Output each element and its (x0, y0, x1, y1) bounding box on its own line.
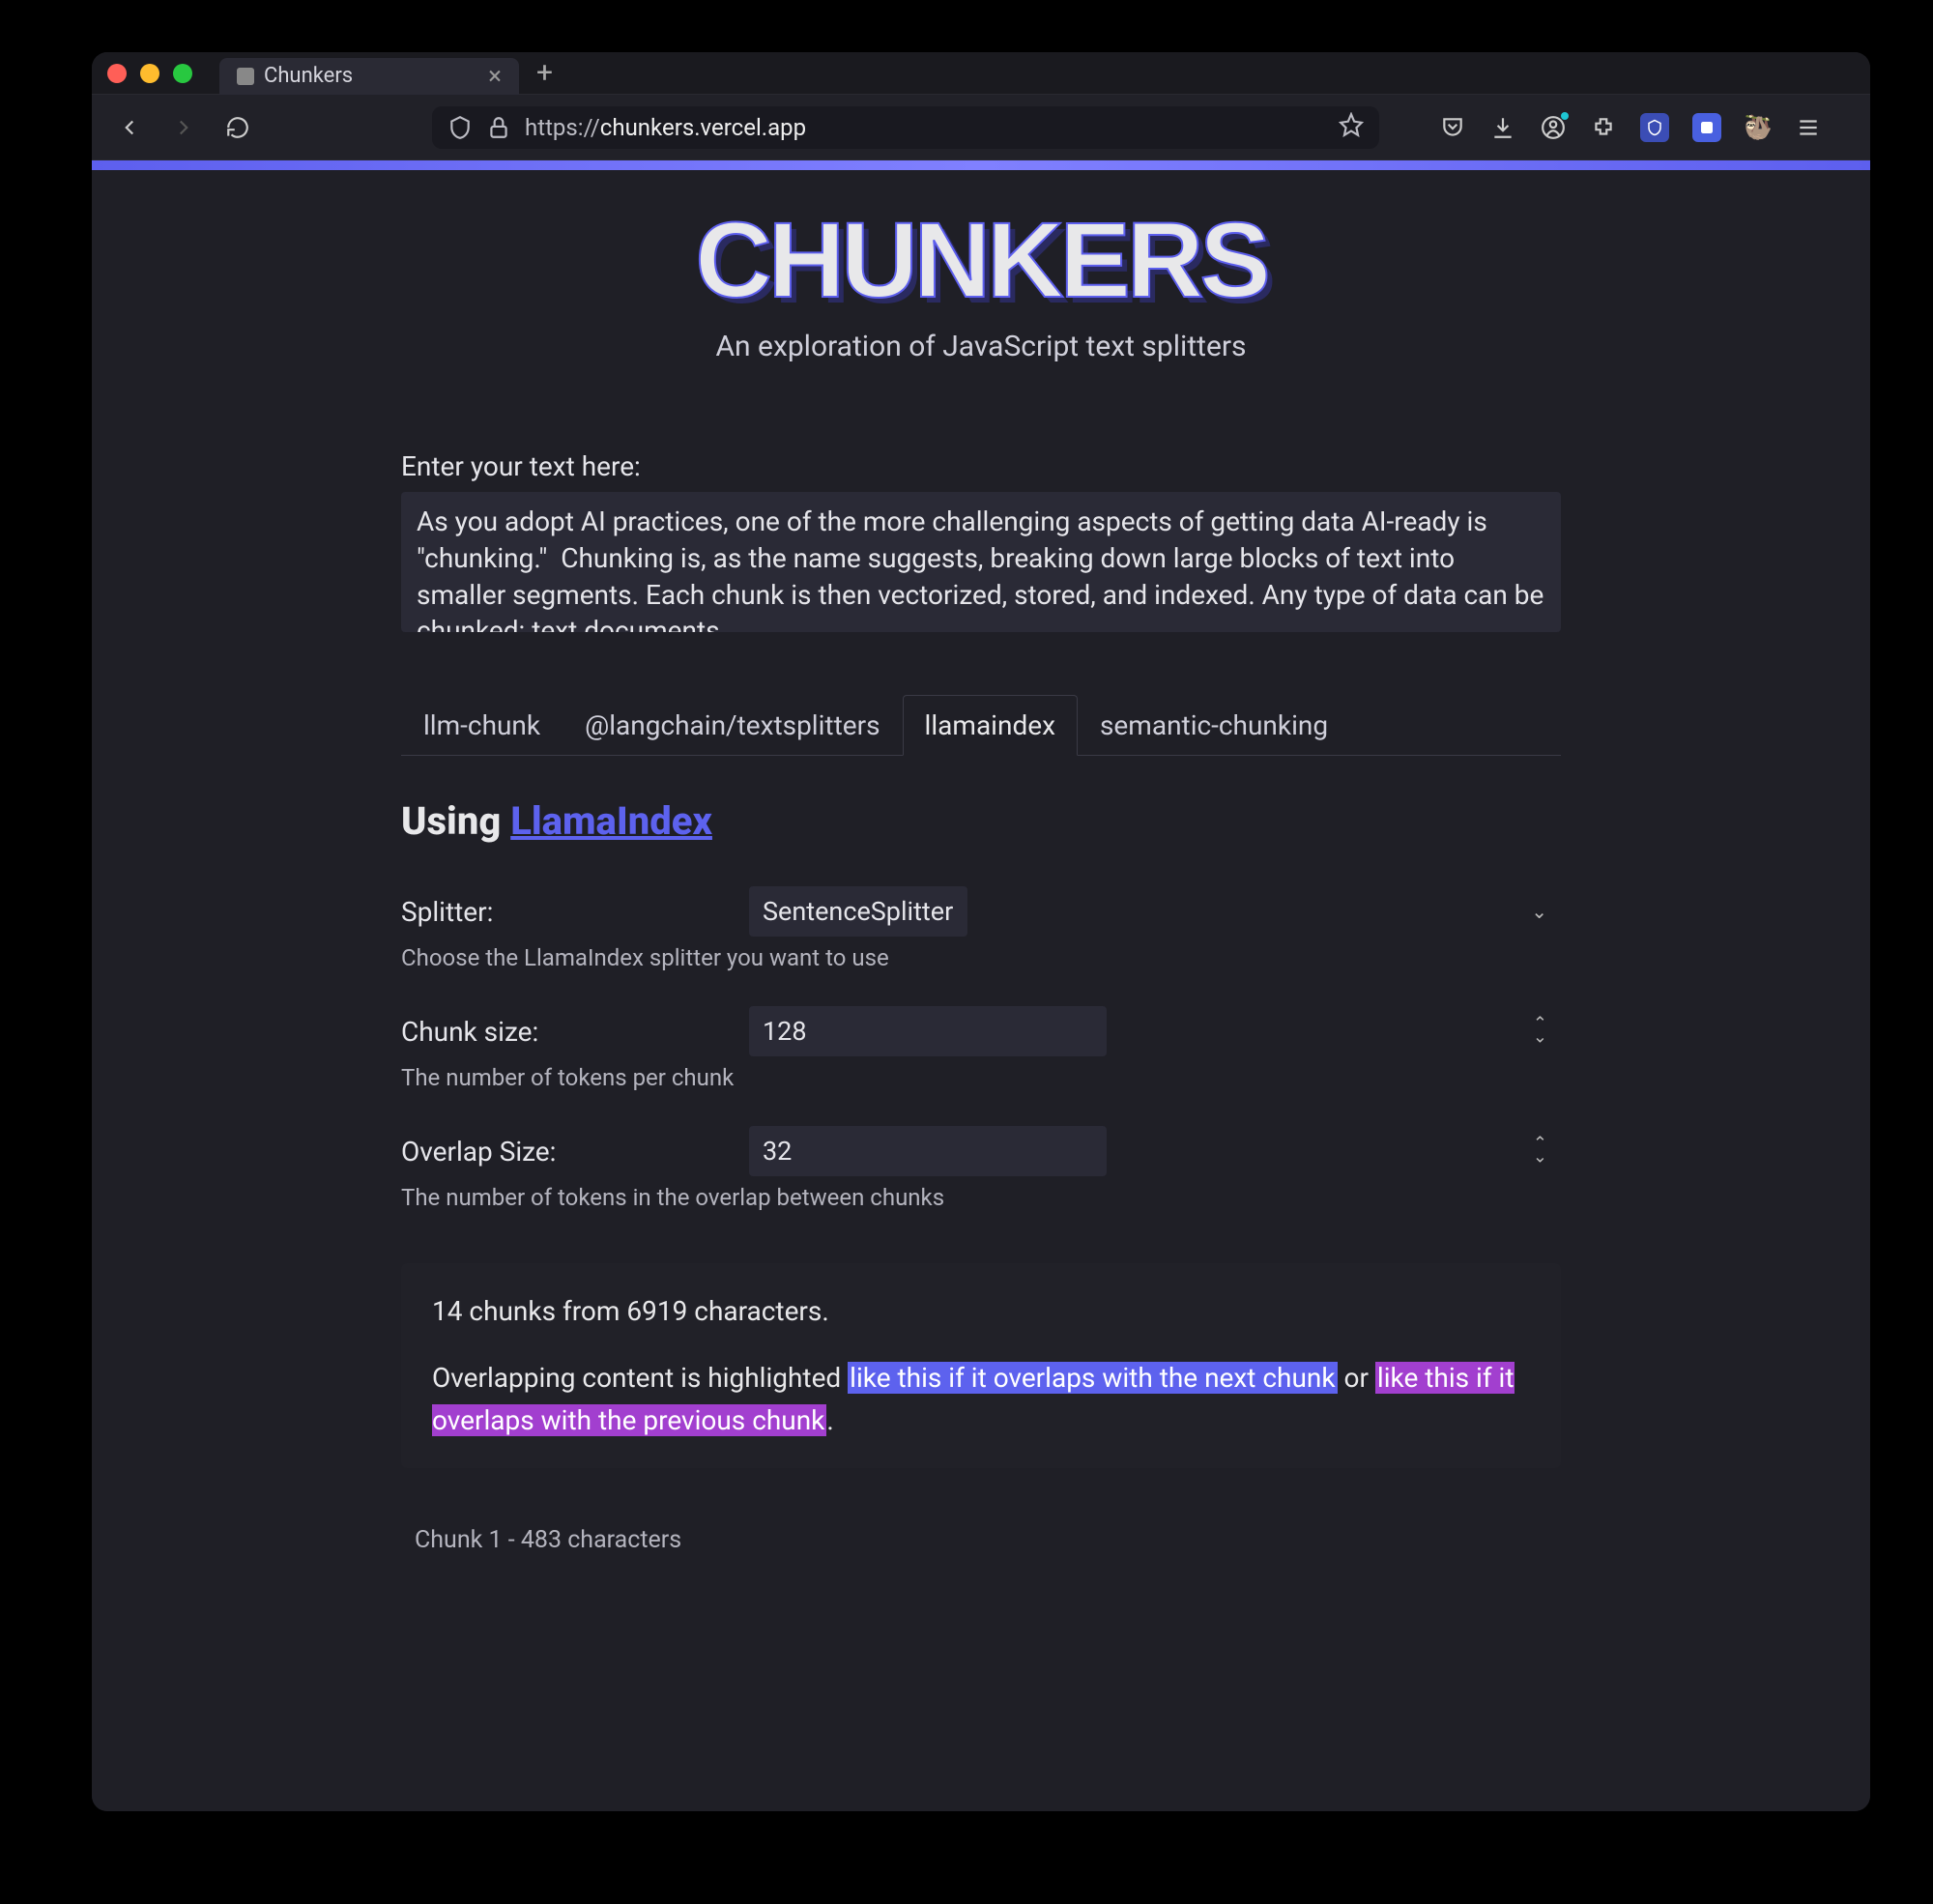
bookmark-star-icon[interactable] (1339, 112, 1364, 143)
page-content: CHUNKERS An exploration of JavaScript te… (401, 170, 1561, 1612)
back-button[interactable] (113, 115, 146, 140)
overlap-legend-prefix: Overlapping content is highlighted (432, 1362, 848, 1394)
window-close-button[interactable] (107, 64, 127, 83)
browser-tab-active[interactable]: Chunkers × (219, 58, 519, 95)
site-logo: CHUNKERS (401, 199, 1561, 322)
tab-langchain-textsplitters[interactable]: @langchain/textsplitters (563, 695, 902, 756)
url-bar[interactable]: https://chunkers.vercel.app (432, 106, 1379, 149)
reload-icon (225, 115, 250, 140)
overlap-size-help: The number of tokens in the overlap betw… (401, 1184, 1561, 1211)
overlap-legend-mid: or (1338, 1362, 1375, 1394)
app-menu-icon[interactable] (1795, 114, 1822, 141)
stepper-icon: ⌃⌄ (1533, 1138, 1547, 1166)
splitter-select[interactable]: SentenceSplitter (749, 886, 967, 937)
arrow-right-icon (171, 115, 196, 140)
extensions-icon[interactable] (1590, 114, 1617, 141)
chevron-down-icon: ⌄ (1531, 900, 1547, 923)
extension-badge-2[interactable] (1692, 113, 1721, 142)
shield-icon (447, 115, 473, 140)
tab-llamaindex[interactable]: llamaindex (903, 695, 1078, 756)
overlap-size-input[interactable] (749, 1126, 1107, 1176)
overlap-size-label: Overlap Size: (401, 1136, 730, 1168)
lock-icon (486, 115, 511, 140)
new-tab-button[interactable]: + (536, 56, 553, 90)
extension-badge-1[interactable] (1640, 113, 1669, 142)
chunk-size-help: The number of tokens per chunk (401, 1064, 1561, 1091)
tab-favicon (237, 68, 254, 85)
stepper-icon: ⌃⌄ (1533, 1018, 1547, 1046)
tab-llm-chunk[interactable]: llm-chunk (401, 695, 563, 756)
browser-window: Chunkers × + https://chunkers.vercel.app (92, 52, 1870, 1811)
textarea-label: Enter your text here: (401, 450, 1561, 482)
download-icon[interactable] (1489, 114, 1516, 141)
tab-semantic-chunking[interactable]: semantic-chunking (1078, 695, 1350, 756)
site-subtitle: An exploration of JavaScript text splitt… (401, 330, 1561, 363)
overlap-legend-suffix: . (826, 1404, 833, 1436)
result-summary-text: 14 chunks from 6919 characters. (432, 1290, 1530, 1332)
forward-button[interactable] (167, 115, 200, 140)
text-input[interactable]: As you adopt AI practices, one of the mo… (401, 492, 1561, 632)
extension-emoji-icon[interactable]: 🦥 (1745, 114, 1772, 141)
chunk-size-row: Chunk size: ⌃⌄ (401, 1006, 1561, 1056)
highlight-next-example: like this if it overlaps with the next c… (848, 1362, 1337, 1394)
result-summary-box: 14 chunks from 6919 characters. Overlapp… (401, 1263, 1561, 1468)
pocket-icon[interactable] (1439, 114, 1466, 141)
heading-prefix: Using (401, 798, 510, 844)
tab-close-icon[interactable]: × (488, 62, 502, 91)
result-overlap-legend: Overlapping content is highlighted like … (432, 1357, 1530, 1441)
reload-button[interactable] (221, 115, 254, 140)
browser-toolbar: https://chunkers.vercel.app (92, 95, 1870, 160)
traffic-lights (107, 64, 192, 83)
url-prefix: https:// (525, 114, 600, 141)
chunk-1-label: Chunk 1 - 483 characters (401, 1526, 1561, 1554)
splitter-help: Choose the LlamaIndex splitter you want … (401, 944, 1561, 971)
url-text: https://chunkers.vercel.app (525, 114, 1325, 141)
browser-tabs-row: Chunkers × + (219, 52, 553, 94)
chunk-size-input[interactable] (749, 1006, 1107, 1056)
llamaindex-link[interactable]: LlamaIndex (510, 798, 712, 844)
window-titlebar: Chunkers × + (92, 52, 1870, 95)
arrow-left-icon (117, 115, 142, 140)
splitter-label: Splitter: (401, 896, 730, 928)
panel-heading: Using LlamaIndex (401, 798, 1561, 844)
library-tabs: llm-chunk @langchain/textsplitters llama… (401, 694, 1561, 756)
overlap-size-row: Overlap Size: ⌃⌄ (401, 1126, 1561, 1176)
accent-strip (92, 160, 1870, 170)
splitter-row: Splitter: SentenceSplitter ⌄ (401, 886, 1561, 937)
url-domain: chunkers.vercel.app (600, 114, 806, 141)
tab-title: Chunkers (264, 64, 353, 88)
window-maximize-button[interactable] (173, 64, 192, 83)
account-icon[interactable] (1540, 114, 1567, 141)
chunk-size-label: Chunk size: (401, 1016, 730, 1048)
window-minimize-button[interactable] (140, 64, 159, 83)
toolbar-extensions: 🦥 (1439, 113, 1822, 142)
page-viewport[interactable]: CHUNKERS An exploration of JavaScript te… (92, 170, 1870, 1811)
